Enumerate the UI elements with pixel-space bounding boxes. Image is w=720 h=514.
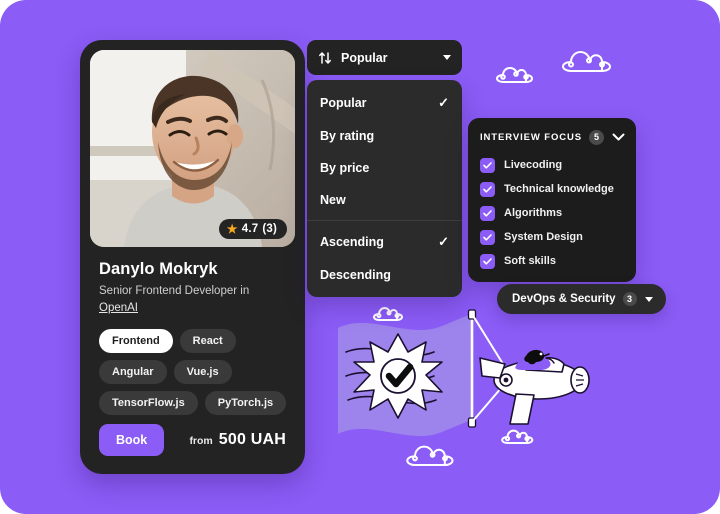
menu-item-label: By price [320,161,370,175]
checkbox-checked-icon[interactable] [480,205,495,221]
menu-item-new[interactable]: New [307,184,462,216]
profile-role: Senior Frontend Developer in OpenAI [99,283,295,316]
menu-item-popular[interactable]: Popular ✓ [307,86,462,120]
focus-option-label: Livecoding [504,159,563,171]
menu-item-label: By rating [320,129,375,143]
focus-option-label: Algorithms [504,207,563,219]
checkbox-checked-icon[interactable] [480,253,495,269]
skill-tag-list: Frontend React Angular Vue.js TensorFlow… [99,329,299,416]
check-icon: ✓ [438,234,449,249]
screen-root: ★ 4.7 (3) Danylo Mokryk Senior Frontend … [0,0,720,514]
check-icon: ✓ [438,95,449,110]
menu-item-ascending[interactable]: Ascending ✓ [307,225,462,259]
pill-count-badge: 3 [622,292,637,306]
skill-tag[interactable]: React [179,329,236,354]
interview-focus-panel: INTERVIEW FOCUS 5 Livecoding Technical k… [468,118,636,282]
profile-name: Danylo Mokryk [99,260,218,278]
book-button[interactable]: Book [99,424,165,456]
menu-item-by-price[interactable]: By price [307,152,462,184]
checkbox-checked-icon[interactable] [480,157,495,173]
card-footer: Book from 500 UAH [99,424,286,456]
checkbox-checked-icon[interactable] [480,229,495,245]
sort-selected-label: Popular [341,50,388,65]
focus-option-livecoding[interactable]: Livecoding [468,153,636,177]
price-amount: 500 UAH [218,431,286,448]
skill-tag[interactable]: Vue.js [173,360,232,385]
company-link[interactable]: OpenAI [99,302,138,314]
focus-option-system-design[interactable]: System Design [468,225,636,249]
chevron-down-icon[interactable] [612,128,625,146]
chevron-down-icon [644,296,653,302]
skill-tag[interactable]: Angular [99,360,167,385]
focus-option-label: Soft skills [504,255,556,267]
skill-tag[interactable]: TensorFlow.js [99,391,198,416]
price-from-label: from [189,435,213,447]
pill-label: DevOps & Security [512,293,616,305]
focus-option-algorithms[interactable]: Algorithms [468,201,636,225]
menu-item-label: New [320,193,346,207]
checkbox-checked-icon[interactable] [480,181,495,197]
focus-option-label: Technical knowledge [504,183,614,195]
focus-option-label: System Design [504,231,583,243]
menu-divider [307,220,462,221]
star-icon: ★ [226,222,238,236]
role-text: Senior Frontend Developer in [99,285,250,297]
focus-option-soft-skills[interactable]: Soft skills [468,249,636,273]
profile-card: ★ 4.7 (3) Danylo Mokryk Senior Frontend … [80,40,305,474]
rating-value: 4.7 [241,223,259,235]
sort-arrows-icon [318,51,332,65]
menu-item-label: Ascending [320,235,384,249]
devops-security-filter-pill[interactable]: DevOps & Security 3 [497,284,666,314]
focus-option-technical-knowledge[interactable]: Technical knowledge [468,177,636,201]
skill-tag[interactable]: Frontend [99,329,173,354]
skill-tag[interactable]: PyTorch.js [204,391,287,416]
rating-badge: ★ 4.7 (3) [218,219,287,239]
interview-focus-header[interactable]: INTERVIEW FOCUS 5 [468,128,636,146]
interview-focus-count-badge: 5 [589,129,604,145]
flag-and-plane-illustration [330,300,590,450]
menu-item-descending[interactable]: Descending [307,259,462,291]
rating-reviews: (3) [262,223,277,235]
price-block: from 500 UAH [189,431,286,449]
cloud-icon [560,42,620,78]
menu-item-label: Descending [320,268,391,282]
cloud-icon [495,60,541,88]
menu-item-by-rating[interactable]: By rating [307,120,462,152]
sort-menu: Popular ✓ By rating By price New Ascendi… [307,80,462,297]
interview-focus-title: INTERVIEW FOCUS [480,131,582,143]
menu-item-label: Popular [320,96,367,110]
avatar: ★ 4.7 (3) [90,50,295,247]
sort-button[interactable]: Popular [307,40,462,75]
chevron-down-icon [443,55,451,60]
